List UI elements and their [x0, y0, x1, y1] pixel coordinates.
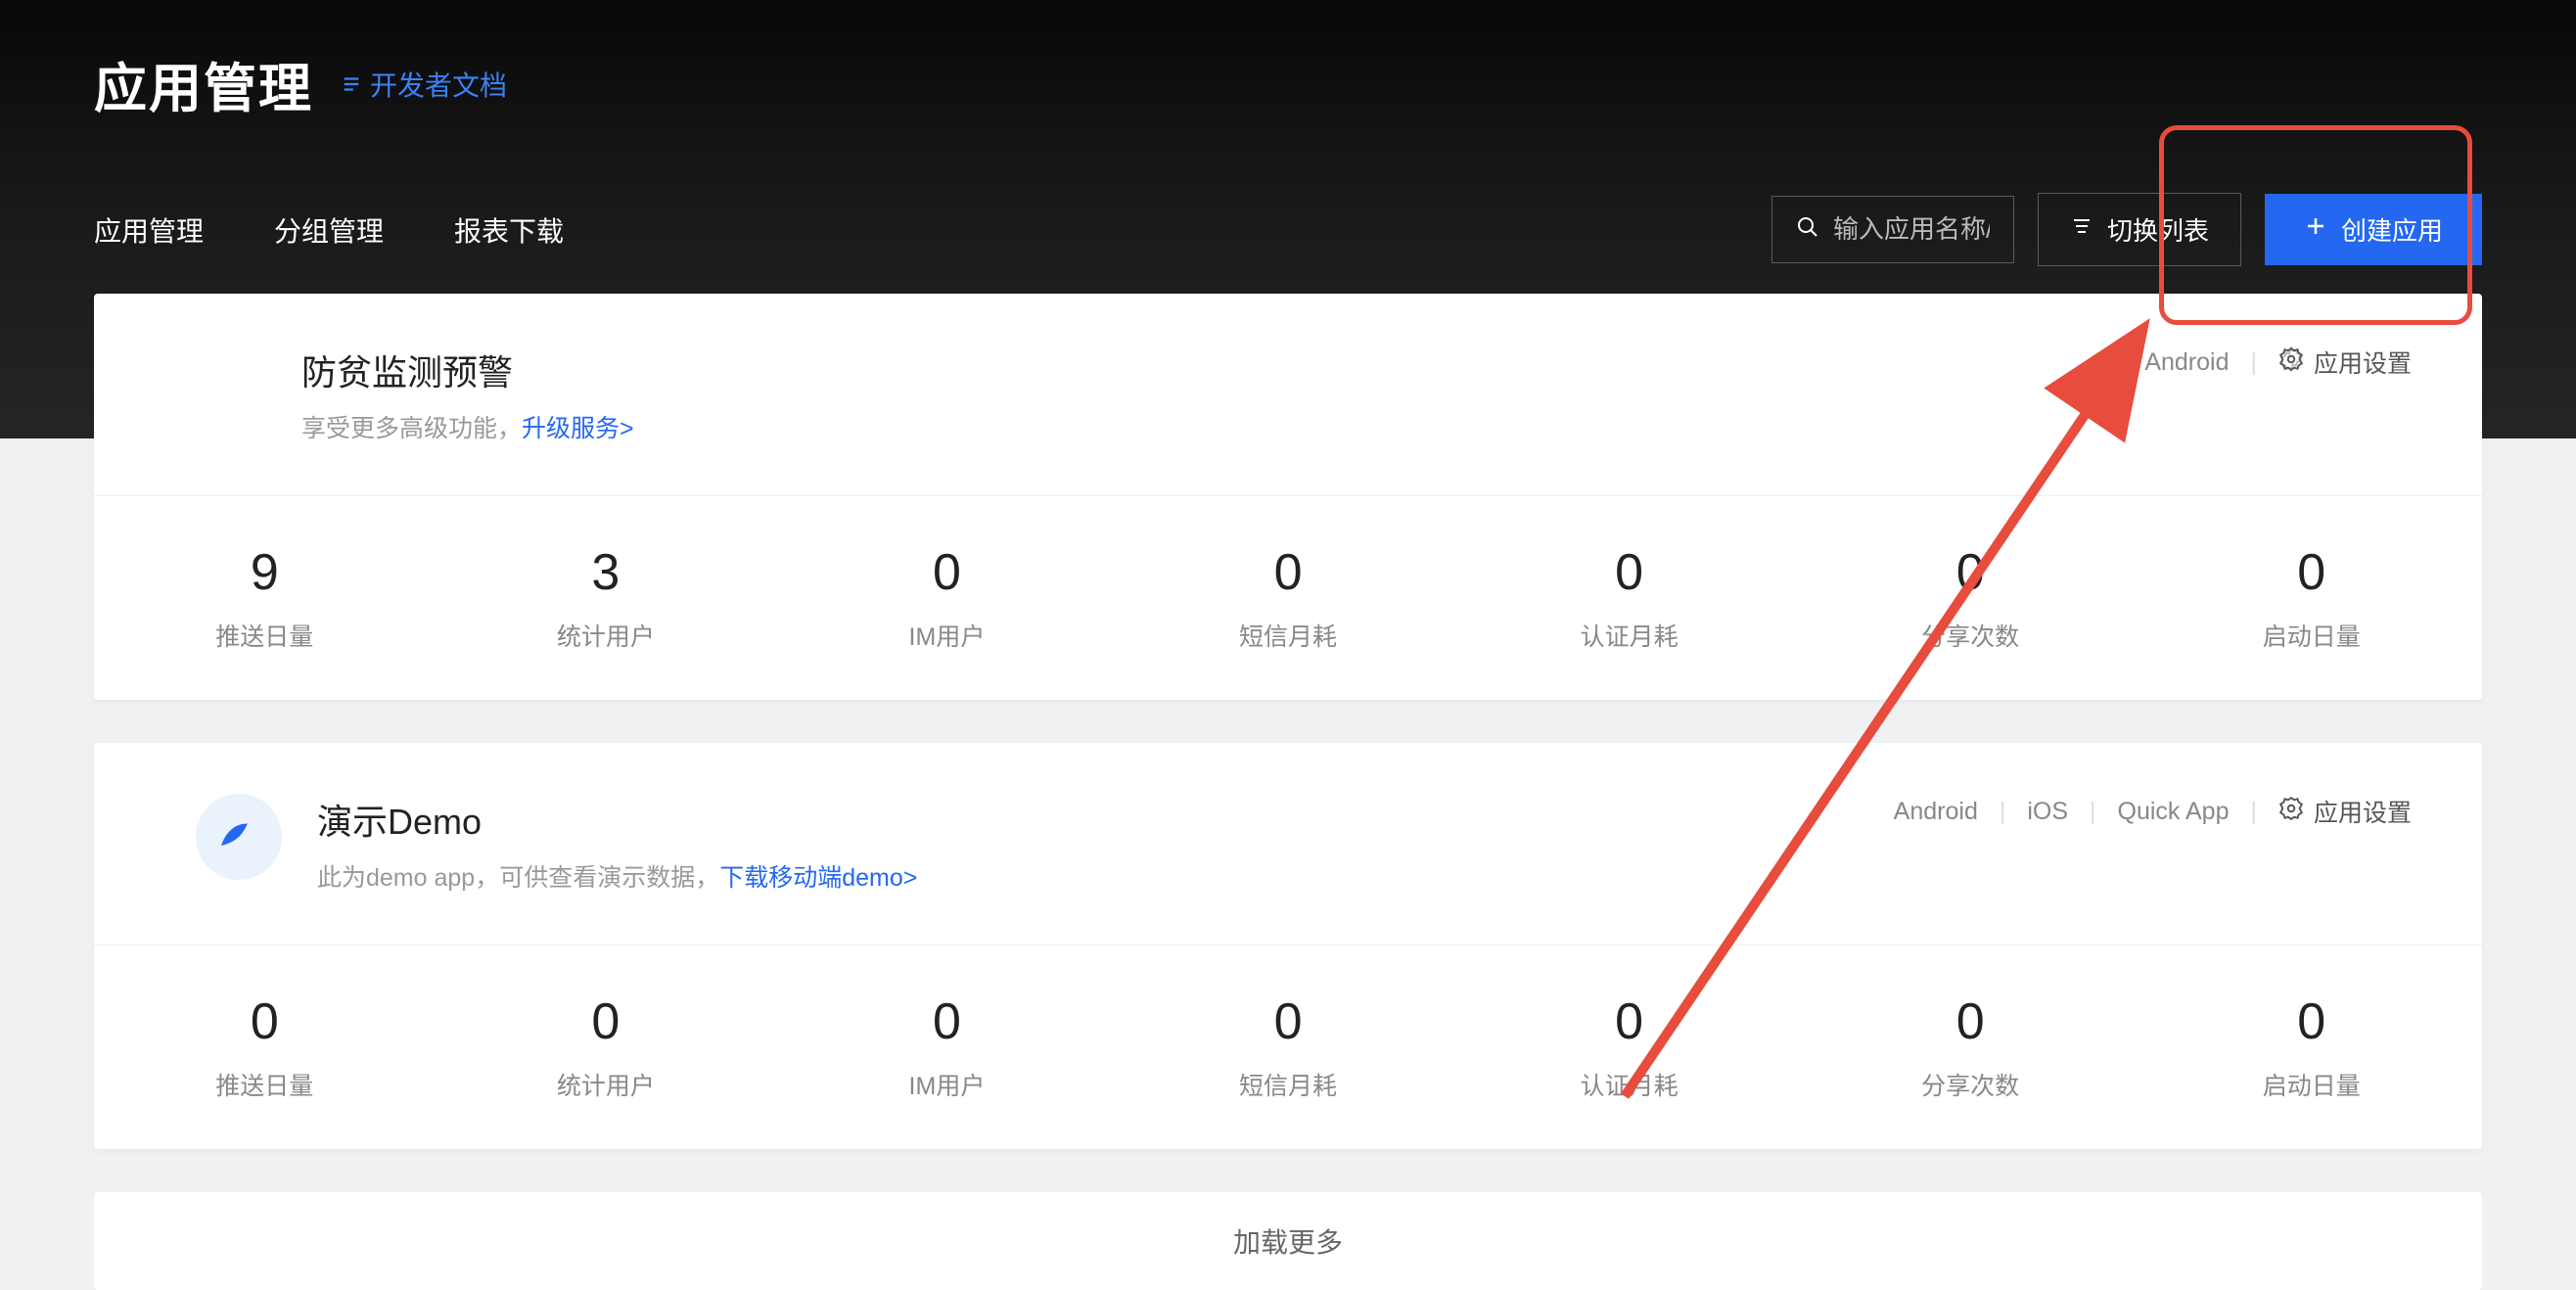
stat-value: 9	[94, 543, 436, 602]
app-meta: Android | 应用设置	[2144, 345, 2412, 380]
stat-value: 0	[1458, 992, 1800, 1051]
app-meta: Android | iOS | Quick App | 应用设置	[1894, 794, 2412, 829]
switch-list-button[interactable]: 切换列表	[2038, 193, 2241, 266]
app-desc: 享受更多高级功能，升级服务>	[301, 409, 634, 444]
stat-cell: 0 短信月耗	[1118, 992, 1459, 1102]
search-box[interactable]	[1771, 196, 2014, 263]
platform-tag[interactable]: iOS	[2027, 798, 2068, 826]
stat-label: 短信月耗	[1118, 1067, 1459, 1102]
app-name: 演示Demo	[317, 794, 917, 845]
menu-icon	[2070, 214, 2093, 245]
gear-icon	[2278, 796, 2304, 828]
app-icon	[196, 794, 282, 880]
stat-value: 0	[436, 992, 777, 1051]
search-icon	[1796, 215, 1819, 244]
stat-cell: 0 分享次数	[1800, 992, 2141, 1102]
stat-cell: 0 统计用户	[436, 992, 777, 1102]
stat-cell: 0 启动日量	[2140, 543, 2482, 653]
developer-docs-link[interactable]: 开发者文档	[341, 65, 507, 104]
app-name: 防贫监测预警	[301, 345, 634, 395]
list-icon	[341, 73, 362, 95]
app-card-header: 演示Demo 此为demo app，可供查看演示数据，下载移动端demo> An…	[94, 743, 2482, 944]
platform-tag[interactable]: Quick App	[2118, 798, 2230, 826]
switch-list-label: 切换列表	[2107, 211, 2209, 248]
stat-value: 0	[94, 992, 436, 1051]
stat-value: 0	[1118, 543, 1459, 602]
app-desc-text: 此为demo app，可供查看演示数据，	[317, 864, 719, 892]
divider: |	[2250, 348, 2257, 377]
app-desc-text: 享受更多高级功能，	[301, 415, 522, 442]
load-more-button[interactable]: 加载更多	[94, 1192, 2482, 1290]
stat-cell: 0 IM用户	[776, 543, 1118, 653]
platform-tag[interactable]: Android	[2144, 348, 2229, 377]
stat-value: 0	[1800, 992, 2141, 1051]
stat-value: 0	[776, 992, 1118, 1051]
stat-label: 统计用户	[436, 1067, 777, 1102]
plus-icon	[2304, 214, 2327, 245]
stat-value: 0	[1458, 543, 1800, 602]
stat-cell: 0 认证月耗	[1458, 543, 1800, 653]
search-input[interactable]	[1833, 214, 1990, 245]
tab-group-management[interactable]: 分组管理	[274, 203, 384, 257]
create-app-label: 创建应用	[2341, 211, 2443, 248]
app-card: 演示Demo 此为demo app，可供查看演示数据，下载移动端demo> An…	[94, 743, 2482, 1149]
divider: |	[2000, 798, 2006, 826]
stat-cell: 0 认证月耗	[1458, 992, 1800, 1102]
stat-cell: 3 统计用户	[436, 543, 777, 653]
stat-label: 认证月耗	[1458, 1067, 1800, 1102]
gear-icon	[2278, 346, 2304, 379]
stat-label: 启动日量	[2140, 618, 2482, 653]
stat-cell: 0 短信月耗	[1118, 543, 1459, 653]
stat-value: 0	[2140, 543, 2482, 602]
stat-label: 分享次数	[1800, 1067, 2141, 1102]
stat-label: 认证月耗	[1458, 618, 1800, 653]
download-demo-link[interactable]: 下载移动端demo>	[719, 864, 917, 892]
tab-report-download[interactable]: 报表下载	[454, 203, 564, 257]
toolbar-row: 应用管理 分组管理 报表下载	[94, 193, 2482, 266]
stat-value: 0	[2140, 992, 2482, 1051]
app-settings-link[interactable]: 应用设置	[2278, 345, 2412, 380]
tab-app-management[interactable]: 应用管理	[94, 203, 204, 257]
stats-row: 0推送日量 0统计用户 0IM用户 0短信月耗 0认证月耗 0分享次数 0启动日…	[94, 944, 2482, 1149]
app-settings-label: 应用设置	[2314, 794, 2412, 829]
app-settings-link[interactable]: 应用设置	[2278, 794, 2412, 829]
platform-tag[interactable]: Android	[1894, 798, 1978, 826]
stat-value: 0	[1118, 992, 1459, 1051]
app-info: 防贫监测预警 享受更多高级功能，升级服务>	[164, 345, 634, 444]
divider: |	[2250, 798, 2257, 826]
stat-label: IM用户	[776, 618, 1118, 653]
content: 防贫监测预警 享受更多高级功能，升级服务> Android |	[0, 294, 2576, 1290]
stat-label: 短信月耗	[1118, 618, 1459, 653]
stat-label: 推送日量	[94, 618, 436, 653]
stat-cell: 0 启动日量	[2140, 992, 2482, 1102]
app-settings-label: 应用设置	[2314, 345, 2412, 380]
app-card: 防贫监测预警 享受更多高级功能，升级服务> Android |	[94, 294, 2482, 700]
stat-label: 统计用户	[436, 618, 777, 653]
stat-value: 0	[1800, 543, 2141, 602]
stat-label: 分享次数	[1800, 618, 2141, 653]
tabs: 应用管理 分组管理 报表下载	[94, 203, 564, 257]
stat-cell: 0 推送日量	[94, 992, 436, 1102]
app-info: 演示Demo 此为demo app，可供查看演示数据，下载移动端demo>	[164, 794, 917, 894]
app-card-header: 防贫监测预警 享受更多高级功能，升级服务> Android |	[94, 294, 2482, 495]
title-row: 应用管理 开发者文档	[94, 45, 2482, 122]
stat-label: IM用户	[776, 1067, 1118, 1102]
stat-cell: 9 推送日量	[94, 543, 436, 653]
upgrade-link[interactable]: 升级服务>	[522, 415, 634, 442]
stat-value: 0	[776, 543, 1118, 602]
stat-label: 推送日量	[94, 1067, 436, 1102]
toolbar-actions: 切换列表 创建应用	[1771, 193, 2482, 266]
stat-label: 启动日量	[2140, 1067, 2482, 1102]
create-app-button[interactable]: 创建应用	[2265, 194, 2482, 265]
page-title: 应用管理	[94, 45, 313, 122]
app-desc: 此为demo app，可供查看演示数据，下载移动端demo>	[317, 858, 917, 894]
developer-docs-label: 开发者文档	[370, 65, 507, 104]
divider: |	[2090, 798, 2096, 826]
stats-row: 9推送日量 3统计用户 0IM用户 0短信月耗 0认证月耗 0分享次数 0启动日…	[94, 495, 2482, 700]
stat-value: 3	[436, 543, 777, 602]
stat-cell: 0 分享次数	[1800, 543, 2141, 653]
stat-cell: 0 IM用户	[776, 992, 1118, 1102]
